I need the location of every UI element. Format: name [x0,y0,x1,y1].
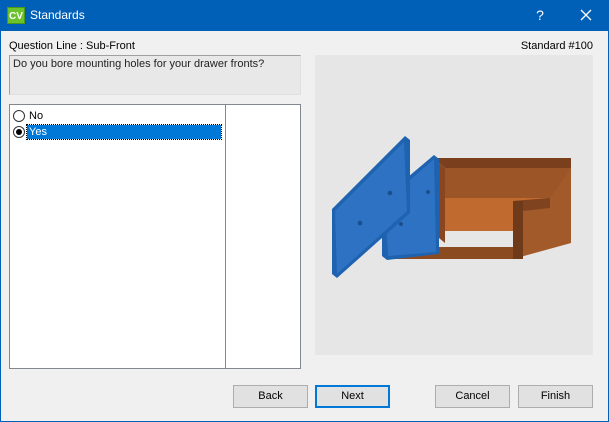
option-no[interactable]: No [13,109,45,123]
app-logo-icon: CV [7,7,25,24]
column-divider [225,105,226,368]
option-label: No [29,110,44,122]
title-bar: CV Standards ? [0,0,609,31]
close-button[interactable] [563,0,609,31]
cancel-button[interactable]: Cancel [435,385,510,408]
window-title: Standards [30,8,85,22]
back-button[interactable]: Back [233,385,308,408]
question-text-box: Do you bore mounting holes for your draw… [9,55,301,95]
radio-icon[interactable] [13,126,25,138]
drawer-illustration [332,136,571,278]
preview-panel [315,55,593,355]
radio-icon[interactable] [13,110,25,122]
answer-list[interactable]: No Yes [9,104,301,369]
question-line-label: Question Line : Sub-Front [9,40,135,52]
option-yes[interactable]: Yes [13,124,222,140]
standard-number-label: Standard #100 [520,40,593,52]
finish-button[interactable]: Finish [518,385,593,408]
close-icon [580,9,592,21]
help-button[interactable]: ? [517,0,563,31]
next-button[interactable]: Next [315,385,390,408]
option-label: Yes [26,124,222,140]
